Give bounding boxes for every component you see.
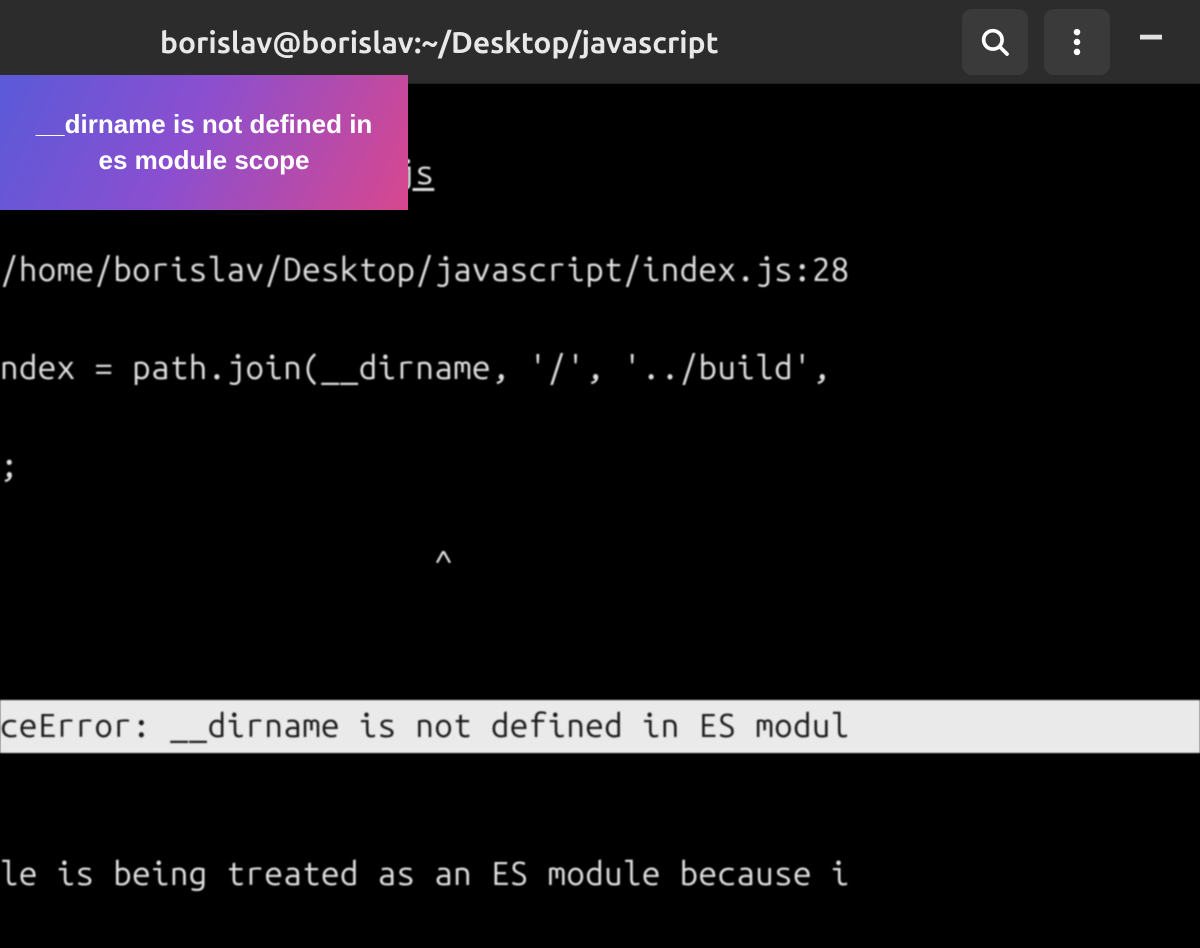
minimize-button[interactable]: – (1126, 10, 1180, 75)
search-button[interactable] (962, 9, 1028, 75)
menu-button[interactable] (1044, 9, 1110, 75)
terminal-line: .js (0, 149, 1200, 198)
terminal-line: le is being treated as an ES module beca… (0, 850, 1200, 899)
window-titlebar: borislav@borislav:~/Desktop/javascript – (0, 0, 1200, 84)
terminal-line: /home/borislav/Desktop/javascript/index.… (0, 246, 1200, 295)
kebab-menu-icon (1060, 25, 1094, 59)
terminal-text: .js (378, 154, 435, 191)
terminal-output[interactable]: .js /home/borislav/Desktop/javascript/in… (0, 84, 1200, 948)
terminal-error-line: ceError: __dirname is not defined in ES … (0, 700, 1200, 753)
search-icon (978, 25, 1012, 59)
titlebar-controls: – (962, 9, 1180, 75)
window-title: borislav@borislav:~/Desktop/javascript (160, 25, 719, 59)
terminal-line: ; (0, 442, 1200, 491)
terminal-line: ndex = path.join(__dirname, '/', '../bui… (0, 344, 1200, 393)
terminal-caret-line: ^ (0, 539, 1200, 588)
